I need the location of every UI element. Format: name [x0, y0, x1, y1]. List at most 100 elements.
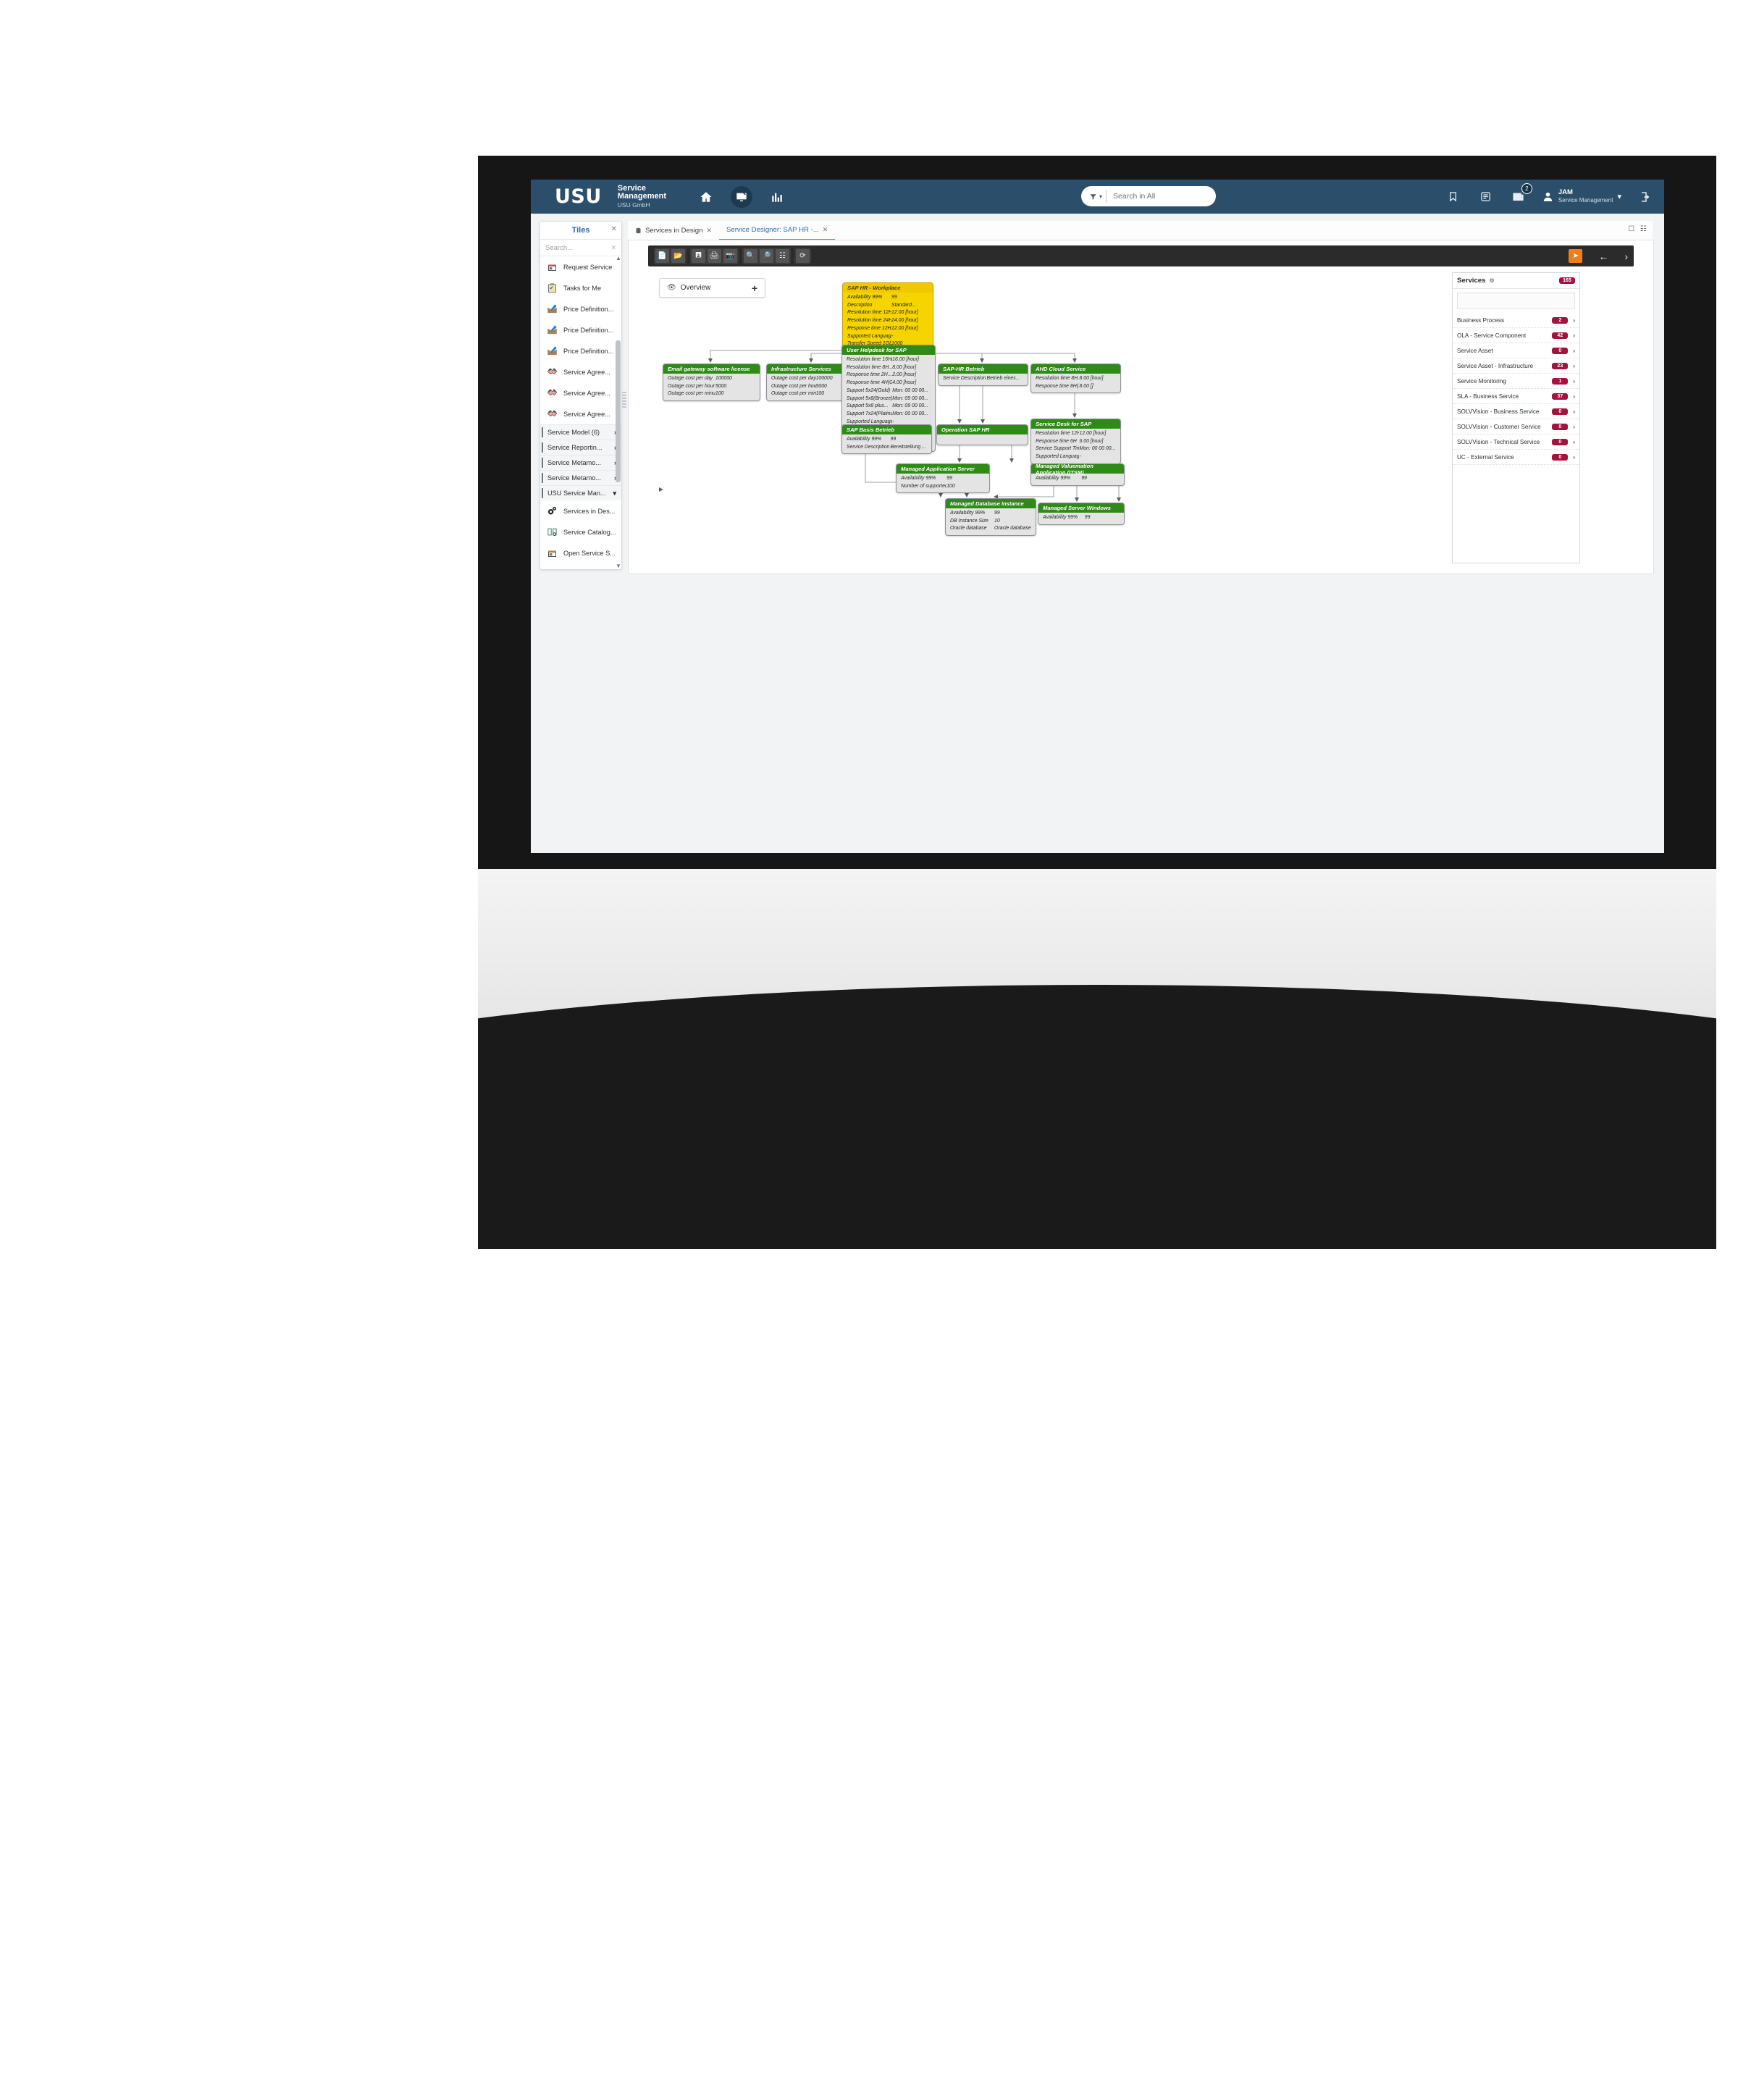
- chevron-right-icon[interactable]: ›: [1573, 348, 1575, 354]
- zoom-in-icon[interactable]: 🔍: [744, 249, 757, 263]
- search-box[interactable]: ▾: [1081, 186, 1216, 206]
- tile-item-4[interactable]: Price Definition...: [540, 340, 621, 361]
- tile-item-1[interactable]: Tasks for Me: [540, 277, 621, 298]
- chevron-right-icon[interactable]: ›: [1573, 424, 1575, 430]
- home-icon[interactable]: [697, 188, 715, 206]
- fit-icon[interactable]: ☷: [776, 249, 789, 263]
- services-category-row[interactable]: SOLVVision - Business Service 0 ›: [1453, 404, 1579, 419]
- node-title: Managed Valuemation Application (ITSM): [1031, 464, 1124, 476]
- services-category-row[interactable]: SOLVVision - Customer Service 0 ›: [1453, 419, 1579, 434]
- handshake-icon: [546, 408, 558, 420]
- tile-item-3[interactable]: Price Definition...: [540, 319, 621, 340]
- services-category-row[interactable]: Service Asset - Infrastructure 23 ›: [1453, 358, 1579, 374]
- node-title: Service Desk for SAP: [1031, 419, 1120, 429]
- tile-item-15[interactable]: Open Service S...: [540, 542, 621, 563]
- restore-icon[interactable]: ☐: [1628, 225, 1634, 233]
- new-file-icon[interactable]: 📄: [655, 249, 669, 263]
- open-folder-icon[interactable]: 📂: [671, 249, 685, 263]
- services-category-row[interactable]: Business Process 2 ›: [1453, 313, 1579, 328]
- panel-resize-grip[interactable]: [622, 392, 626, 408]
- popout-icon[interactable]: ☷: [1640, 225, 1647, 233]
- tile-group-10[interactable]: Service Metamo...›: [540, 455, 621, 470]
- tile-item-13[interactable]: Services in Des...: [540, 500, 621, 521]
- close-icon[interactable]: ✕: [610, 244, 616, 252]
- chevron-right-icon[interactable]: ›: [1573, 454, 1575, 461]
- scroll-up-icon[interactable]: ▲: [616, 255, 621, 261]
- usu-logo: USU: [555, 185, 602, 208]
- tile-item-5[interactable]: Service Agree...: [540, 361, 621, 382]
- diagram-node-service-desk-sap[interactable]: Service Desk for SAP Resolution time 12H 1…: [1030, 419, 1121, 464]
- notes-icon[interactable]: [1477, 188, 1495, 206]
- diagram-node-sap-basis-betrieb[interactable]: SAP Basis Betrieb Availability 99% 99 Servi…: [841, 424, 932, 455]
- chevron-right-icon[interactable]: ›: [1573, 317, 1575, 324]
- close-icon[interactable]: ✕: [823, 226, 828, 234]
- chevron-right-icon[interactable]: ›: [1573, 378, 1575, 385]
- attribute-value: 100: [715, 391, 724, 397]
- user-menu[interactable]: JAM Service Management ▾: [1542, 189, 1621, 203]
- services-category-row[interactable]: Service Monitoring 1 ›: [1453, 374, 1579, 389]
- tab-service-designer[interactable]: Service Designer: SAP HR -... ✕: [719, 220, 836, 240]
- tiles-search[interactable]: Search... ✕: [540, 240, 621, 256]
- print-icon[interactable]: 🖨: [708, 249, 721, 263]
- chevron-right-icon[interactable]: ›: [1573, 363, 1575, 369]
- reports-icon[interactable]: [768, 188, 786, 206]
- snapshot-icon[interactable]: 📷: [723, 249, 737, 263]
- gear-icon[interactable]: ⚙: [1489, 277, 1494, 284]
- diagram-node-managed-server-windows[interactable]: Managed Server Windows Availability 99% 99: [1038, 503, 1125, 525]
- bookmark-icon[interactable]: [1444, 188, 1463, 206]
- services-category-row[interactable]: UC - External Service 0 ›: [1453, 450, 1579, 465]
- services-category-row[interactable]: OLA - Service Component 42 ›: [1453, 328, 1579, 343]
- chevron-right-icon[interactable]: ›: [1573, 332, 1575, 339]
- attribute-value: 16.00 [hour]: [892, 357, 919, 362]
- scroll-down-icon[interactable]: ▼: [616, 563, 621, 569]
- tile-group-12[interactable]: USU Service Man... ▾: [540, 485, 621, 500]
- diagram-node-managed-application-server[interactable]: Managed Application Server Availability 9…: [896, 463, 990, 494]
- node-attribute-row: Support 5x8(Bronze) Mon: 09 00 00...: [847, 395, 931, 403]
- diagram-node-sap-hr-betrieb[interactable]: SAP-HR Betrieb Service Description Betrieb…: [938, 364, 1028, 386]
- close-icon[interactable]: ✕: [706, 227, 712, 235]
- tile-item-0[interactable]: Request Service: [540, 256, 621, 277]
- diagram-node-managed-valuemation-application[interactable]: Managed Valuemation Application (ITSM) Av…: [1030, 463, 1125, 486]
- scrollbar-thumb[interactable]: [616, 340, 621, 482]
- chevron-right-icon[interactable]: ›: [1573, 408, 1575, 415]
- diagram-node-ahd-cloud-service[interactable]: AHD Cloud Service Resolution time 8H... 8.…: [1030, 364, 1121, 394]
- zoom-out-icon[interactable]: 🔎: [760, 249, 773, 263]
- services-category-row[interactable]: SOLVVision - Technical Service 0 ›: [1453, 434, 1579, 450]
- diagram-node-operation-sap-hr[interactable]: Operation SAP HR: [936, 424, 1028, 445]
- search-input[interactable]: [1112, 191, 1202, 201]
- services-category-row[interactable]: Service Asset 0 ›: [1453, 343, 1579, 358]
- tile-group-11[interactable]: Service Metamo...›: [540, 470, 621, 485]
- search-scope-selector[interactable]: ▾: [1086, 190, 1107, 203]
- attribute-value: 8.00 [hour]: [892, 364, 917, 370]
- chevron-right-icon[interactable]: ›: [1573, 393, 1575, 400]
- pointer-icon[interactable]: ➤: [1569, 249, 1583, 263]
- diagram-node-managed-database-instance[interactable]: Managed Database Instance Availability 99…: [945, 498, 1036, 537]
- tiles-scrollbar[interactable]: ▲ ▼: [616, 255, 621, 569]
- chevron-right-icon[interactable]: ›: [1573, 439, 1575, 445]
- attribute-key: Supported Language DE,EN: [1036, 454, 1080, 460]
- chevron-down-icon[interactable]: ▾: [1617, 192, 1621, 201]
- diagram-node-email-gateway[interactable]: Email gateway software license Outage cos…: [663, 364, 760, 402]
- node-attribute-row: Resolution time 12H 12.00 [hour]: [1036, 430, 1117, 438]
- tile-item-7[interactable]: Service Agree...: [540, 403, 621, 424]
- tile-group-8[interactable]: Service Model (6)›: [540, 424, 621, 440]
- refresh-icon[interactable]: ⟳: [796, 249, 810, 263]
- arrow-left-icon[interactable]: ←: [1598, 251, 1608, 262]
- tile-group-9[interactable]: Service Reportin...›: [540, 440, 621, 455]
- logout-icon[interactable]: [1635, 188, 1654, 206]
- news-icon[interactable]: 2: [1509, 182, 1532, 206]
- services-category-row[interactable]: SLA - Business Service 37 ›: [1453, 389, 1579, 404]
- tile-item-2[interactable]: Price Definition...: [540, 298, 621, 319]
- arrow-right-icon[interactable]: ›: [1624, 251, 1628, 262]
- tile-item-14[interactable]: Service Catalog...: [540, 521, 621, 542]
- base-backdrop: [478, 985, 1716, 1249]
- tab-services-in-design[interactable]: Services in Design ✕: [628, 221, 719, 240]
- tab-label: Services in Design: [645, 226, 703, 235]
- services-search-input[interactable]: [1457, 293, 1575, 309]
- service-desk-icon[interactable]: [731, 185, 753, 208]
- diagram-node-sap-hr-workplace[interactable]: SAP HR - Workplace Availability 99% 99 Desc…: [842, 282, 933, 351]
- diagram-canvas[interactable]: SAP HR - Workplace Availability 99% 99 Desc…: [648, 272, 1448, 562]
- close-icon[interactable]: ✕: [611, 225, 617, 233]
- save-icon[interactable]: 🖪: [692, 249, 705, 263]
- tile-item-6[interactable]: Service Agree...: [540, 382, 621, 403]
